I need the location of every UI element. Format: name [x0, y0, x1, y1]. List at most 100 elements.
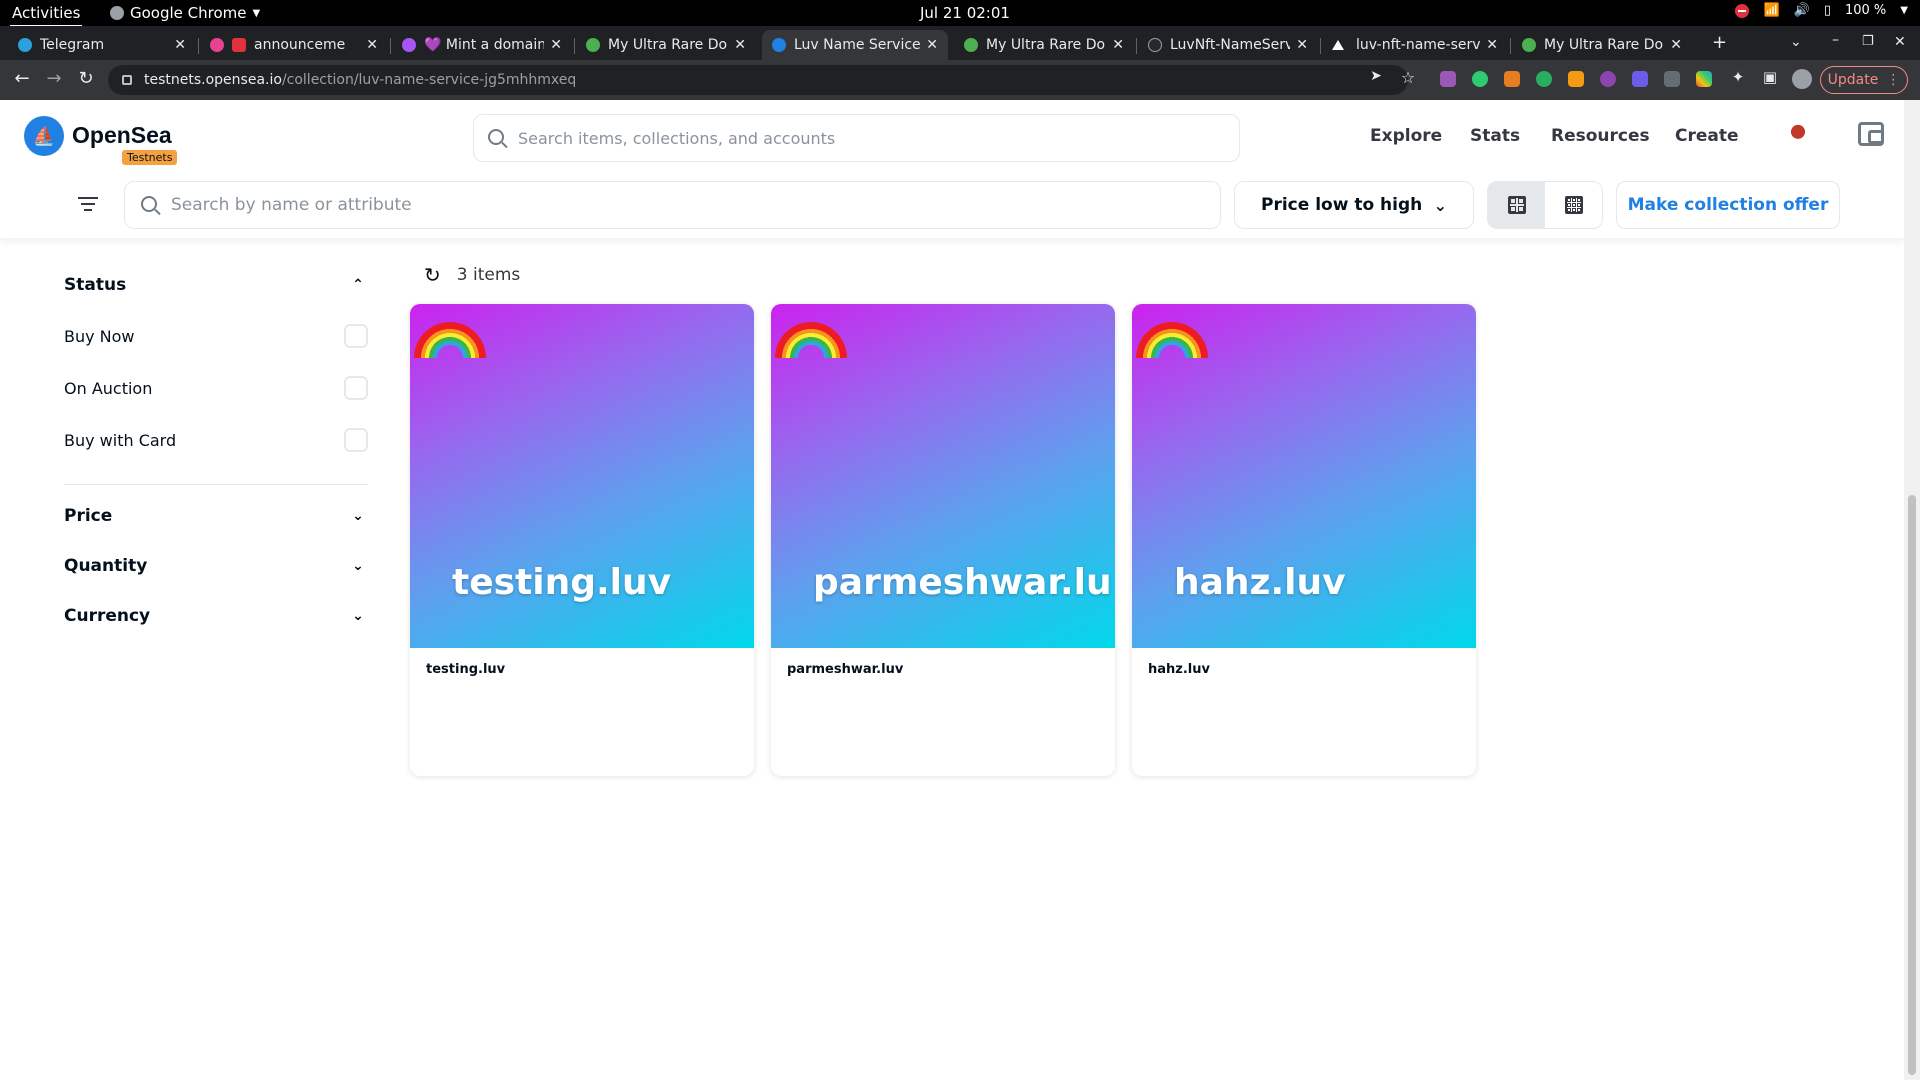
extension-icon[interactable] [1504, 71, 1520, 87]
close-window-icon[interactable]: ✕ [1894, 34, 1906, 50]
wallet-icon[interactable] [1858, 122, 1884, 146]
nav-create[interactable]: Create [1675, 126, 1739, 146]
color-extension-icon[interactable] [1696, 71, 1712, 87]
url-host: testnets.opensea.io [144, 72, 282, 88]
quantity-section-header[interactable]: Quantity ⌄ [64, 541, 368, 591]
sort-label: Price low to high [1261, 195, 1423, 215]
app-menu[interactable]: Google Chrome ▼ [110, 4, 260, 22]
buy-now-checkbox[interactable] [344, 324, 368, 348]
grid-size-toggle [1487, 181, 1603, 229]
brand-name[interactable]: OpenSea [72, 122, 172, 149]
scrollbar-thumb[interactable] [1908, 495, 1916, 1075]
forward-icon[interactable]: → [42, 68, 66, 89]
tab-luv-name-service[interactable]: Luv Name Service ✕ [762, 30, 948, 60]
clock[interactable]: Jul 21 02:01 [920, 4, 1010, 22]
system-tray[interactable]: 📶 🔊 ▯ 100 % ▼ [1735, 3, 1908, 18]
chrome-icon [110, 6, 124, 20]
price-section-header[interactable]: Price ⌄ [64, 491, 368, 541]
send-icon[interactable]: ➤ [1364, 68, 1388, 84]
nft-image[interactable]: hahz.luv [1132, 304, 1476, 648]
opensea-logo-icon[interactable]: ⛵ [24, 116, 64, 156]
global-search-input[interactable]: Search items, collections, and accounts [473, 114, 1240, 162]
nft-card[interactable]: testing.luv testing.luv [410, 304, 754, 776]
tab-ultra-rare-3[interactable]: My Ultra Rare Don ✕ [1512, 30, 1692, 60]
nft-name[interactable]: testing.luv [410, 648, 754, 691]
nav-stats[interactable]: Stats [1470, 126, 1520, 146]
circle-extension-icon[interactable] [1472, 71, 1488, 87]
filter-sidebar: Status ⌃ Buy Now On Auction Buy with Car… [64, 260, 368, 641]
large-grid-button[interactable] [1488, 182, 1545, 228]
activities-button[interactable]: Activities [9, 4, 83, 27]
app-menu-label: Google Chrome [130, 4, 247, 22]
green-extension-icon[interactable] [1536, 71, 1552, 87]
new-tab-icon[interactable]: + [1712, 32, 1727, 53]
nft-name[interactable]: hahz.luv [1132, 648, 1476, 691]
media-extension-icon[interactable] [1664, 71, 1680, 87]
nft-card[interactable]: parmeshwar.lu parmeshwar.luv [771, 304, 1115, 776]
more-vert-icon: ⋮ [1886, 72, 1901, 88]
refresh-icon[interactable]: ↻ [424, 263, 441, 287]
sort-dropdown[interactable]: Price low to high ⌄ [1234, 181, 1474, 229]
nft-image[interactable]: parmeshwar.lu [771, 304, 1115, 648]
volume-icon: 🔊 [1793, 3, 1810, 18]
close-icon[interactable]: ✕ [926, 37, 938, 53]
minimize-icon[interactable]: – [1832, 32, 1839, 48]
tab-vercel[interactable]: luv-nft-name-serv ✕ [1322, 30, 1508, 60]
close-icon[interactable]: ✕ [1670, 37, 1682, 53]
attribute-search-input[interactable]: Search by name or attribute [124, 181, 1221, 229]
profile-avatar-icon[interactable] [1792, 69, 1812, 89]
page-scrollbar[interactable] [1904, 100, 1920, 1080]
tab-github[interactable]: LuvNft-NameServ ✕ [1138, 30, 1318, 60]
tab-telegram[interactable]: Telegram ✕ [8, 30, 196, 60]
close-icon[interactable]: ✕ [734, 37, 746, 53]
quantity-section-label: Quantity [64, 556, 148, 576]
close-icon[interactable]: ✕ [550, 37, 562, 53]
restore-icon[interactable]: ❐ [1862, 34, 1874, 49]
tab-ultra-rare-1[interactable]: My Ultra Rare Don ✕ [576, 30, 756, 60]
pen-extension-icon[interactable] [1440, 71, 1456, 87]
close-icon[interactable]: ✕ [1296, 37, 1308, 53]
tab-title: luv-nft-name-serv [1356, 37, 1481, 53]
metamask-icon[interactable] [1568, 71, 1584, 87]
user-avatar[interactable] [1784, 122, 1812, 150]
reload-icon[interactable]: ↻ [74, 68, 98, 89]
tab-mint-domain[interactable]: 💜 Mint a domain ✕ [392, 30, 572, 60]
leaf-icon [964, 38, 978, 52]
status-option-buy-with-card[interactable]: Buy with Card [64, 414, 368, 466]
close-icon[interactable]: ✕ [1486, 37, 1498, 53]
puzzle-icon[interactable]: ✦ [1726, 68, 1750, 86]
nft-card[interactable]: hahz.luv hahz.luv [1132, 304, 1476, 776]
nav-resources[interactable]: Resources [1551, 126, 1650, 146]
status-section-header[interactable]: Status ⌃ [64, 260, 368, 310]
close-icon[interactable]: ✕ [174, 37, 186, 53]
on-auction-checkbox[interactable] [344, 376, 368, 400]
star-icon[interactable]: ☆ [1396, 68, 1420, 87]
github-icon [1148, 38, 1162, 52]
tab-separator [1136, 38, 1137, 54]
phantom-icon[interactable] [1600, 71, 1616, 87]
cursor-extension-icon[interactable] [1632, 71, 1648, 87]
buy-with-card-checkbox[interactable] [344, 428, 368, 452]
tab-separator [574, 38, 575, 54]
back-icon[interactable]: ← [10, 68, 34, 89]
opensea-icon [772, 38, 786, 52]
close-icon[interactable]: ✕ [366, 37, 378, 53]
close-icon[interactable]: ✕ [1112, 37, 1124, 53]
nft-name[interactable]: parmeshwar.luv [771, 648, 1115, 691]
make-collection-offer-button[interactable]: Make collection offer [1616, 181, 1840, 229]
nft-image-text: hahz.luv [1174, 562, 1346, 603]
tab-separator [1320, 38, 1321, 54]
tab-announcements[interactable]: announceme ✕ [200, 30, 388, 60]
nav-explore[interactable]: Explore [1370, 126, 1442, 146]
tab-search-icon[interactable]: ⌄ [1790, 34, 1802, 50]
sidepanel-icon[interactable]: ▣ [1758, 68, 1782, 86]
tab-ultra-rare-2[interactable]: My Ultra Rare Don ✕ [954, 30, 1134, 60]
filter-icon[interactable] [78, 197, 98, 213]
currency-section-header[interactable]: Currency ⌄ [64, 591, 368, 641]
update-button[interactable]: Update ⋮ [1820, 66, 1908, 94]
nft-image[interactable]: testing.luv [410, 304, 754, 648]
address-bar[interactable]: testnets.opensea.io /collection/luv-name… [108, 65, 1408, 95]
status-option-on-auction[interactable]: On Auction [64, 362, 368, 414]
status-option-buy-now[interactable]: Buy Now [64, 310, 368, 362]
small-grid-button[interactable] [1545, 182, 1602, 228]
